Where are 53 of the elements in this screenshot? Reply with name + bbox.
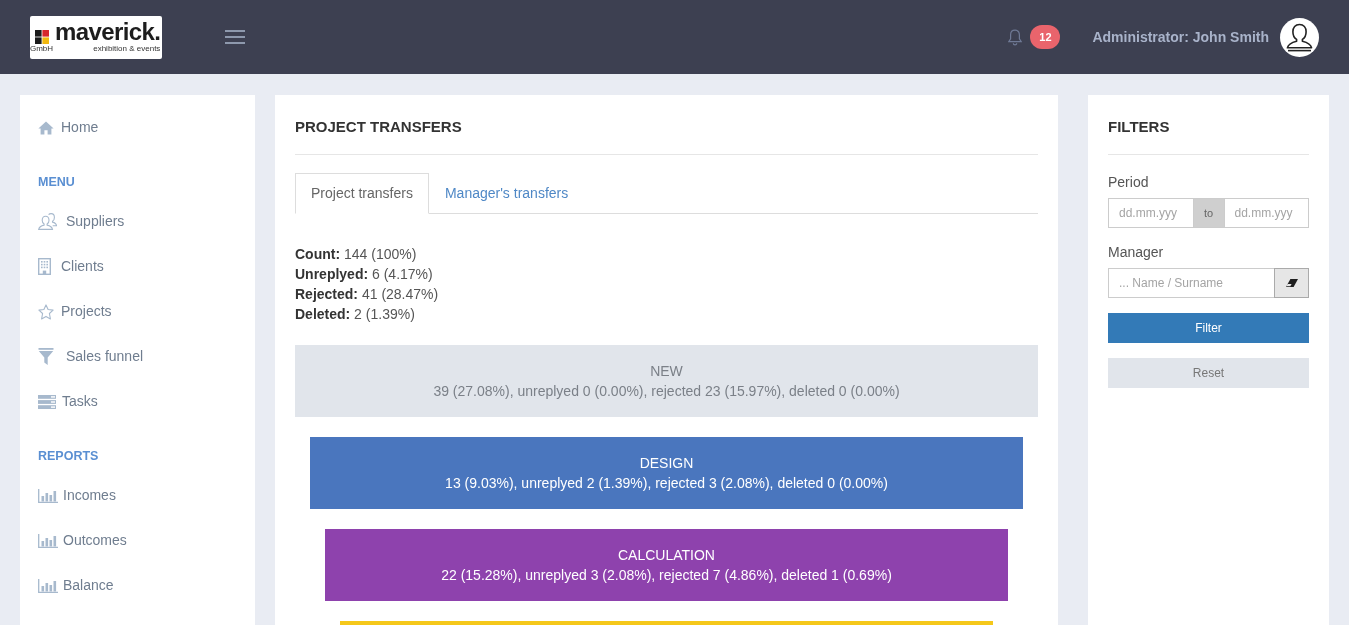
section-heading: REPORTS (38, 448, 100, 465)
user-name[interactable]: Administrator: John Smith (1092, 26, 1269, 48)
tab[interactable]: Project transfers (295, 172, 429, 214)
users-icon (38, 213, 57, 230)
sidebar-item[interactable]: Balance (38, 563, 255, 608)
bar-chart-icon (38, 578, 58, 593)
clear-button[interactable] (1274, 268, 1309, 298)
logo-legal-form: GmbH (29, 43, 54, 53)
reset-button[interactable]: Reset (1108, 358, 1309, 388)
star-icon (38, 303, 54, 320)
panel-title: FILTERS (1108, 117, 1171, 137)
tab[interactable]: Manager's transfers (428, 172, 585, 214)
sidebar-item[interactable]: Clients (38, 244, 255, 289)
filter-button[interactable]: Filter (1108, 313, 1309, 343)
stage-title: DESIGN (639, 453, 694, 473)
logo[interactable]: GmbH maverick. exhibition & events (30, 15, 162, 59)
bar-chart-icon (38, 488, 58, 503)
section-heading: MENU (38, 174, 76, 191)
bar-chart-icon (38, 533, 58, 548)
sidebar-item[interactable]: Sales funnel (38, 334, 255, 379)
avatar-icon[interactable] (1280, 17, 1319, 57)
stat-line: Rejected: 41 (28.47%) (295, 284, 440, 304)
stage-title: CALCULATION (618, 545, 715, 565)
funnel-icon (38, 348, 54, 365)
name-field[interactable]: ... Name / Surname (1108, 268, 1275, 298)
stat-line: Deleted: 2 (1.39%) (295, 304, 416, 324)
sidebar-item[interactable]: Incomes (38, 473, 255, 518)
field-label: Manager (1108, 243, 1165, 262)
menu-icon[interactable] (225, 30, 245, 44)
sidebar-item[interactable]: Tasks (38, 379, 255, 424)
date-field[interactable]: dd.mm.yyy (1223, 198, 1309, 228)
home-icon (38, 120, 54, 135)
stage-title: NEW (650, 361, 683, 381)
logo-mark-icon (34, 29, 49, 44)
sidebar-item[interactable]: Projects (38, 289, 255, 334)
sidebar-item[interactable]: Home (38, 105, 255, 150)
list-icon (38, 394, 56, 409)
logo-wordmark: maverick. (55, 17, 161, 45)
stage-summary: 39 (27.08%), unreplyed 0 (0.00%), rejected 23 (15.97%), deleted 0 (0.00%) (433, 381, 900, 401)
panel-title: PROJECT TRANSFERS (295, 117, 463, 137)
stat-line: Count: 144 (100%) (295, 244, 418, 264)
sidebar-item[interactable]: Suppliers (38, 199, 255, 244)
field-label: Period (1108, 173, 1150, 192)
notification-badge: 12 (1030, 25, 1061, 49)
sidebar-item[interactable]: Outcomes (38, 518, 255, 563)
range-separator: to (1192, 198, 1225, 228)
logo-tagline: exhibition & events (93, 43, 161, 53)
eraser-icon (1285, 279, 1298, 287)
stage-summary: 22 (15.28%), unreplyed 3 (2.08%), rejected 7 (4.86%), deleted 1 (0.69%) (441, 565, 892, 585)
stat-line: Unreplyed: 6 (4.17%) (295, 264, 434, 284)
date-field[interactable]: dd.mm.yyy (1108, 198, 1194, 228)
building-icon (38, 258, 51, 275)
stage-summary: 13 (9.03%), unreplyed 2 (1.39%), rejected 3 (2.08%), deleted 0 (0.00%) (445, 473, 888, 493)
